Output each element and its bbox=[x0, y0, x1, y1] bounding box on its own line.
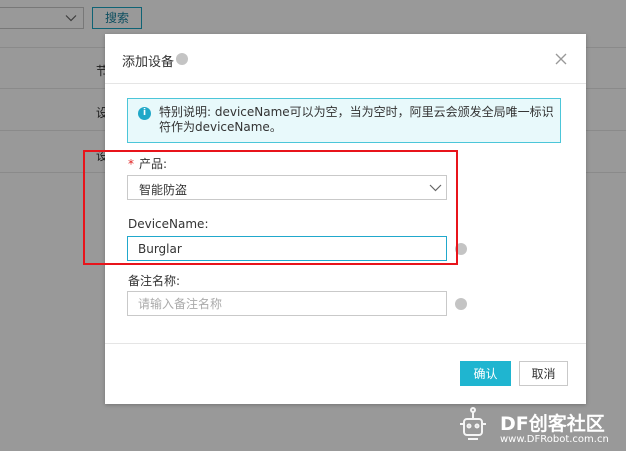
info-icon: i bbox=[138, 107, 151, 120]
dialog-footer-divider bbox=[105, 343, 586, 344]
notice-text: 特别说明: deviceName可以为空，当为空时，阿里云会颁发全局唯一标识符作… bbox=[159, 105, 554, 134]
product-label: * 产品: bbox=[128, 155, 167, 172]
cancel-button[interactable]: 取消 bbox=[519, 361, 568, 386]
product-label-text: 产品: bbox=[139, 157, 168, 171]
device-name-label: DeviceName: bbox=[128, 217, 209, 231]
watermark-name: DF创客社区 bbox=[500, 413, 605, 435]
dfrobot-logo-icon bbox=[460, 407, 486, 440]
device-name-input[interactable] bbox=[127, 236, 447, 261]
watermark: DF创客社区 www.DFRobot.com.cn bbox=[450, 405, 626, 451]
product-select-value: 智能防盗 bbox=[139, 183, 188, 197]
dialog-title: 添加设备 bbox=[122, 55, 175, 70]
remark-label: 备注名称: bbox=[128, 274, 181, 288]
notice-banner: i 特别说明: deviceName可以为空，当为空时，阿里云会颁发全局唯一标识… bbox=[127, 98, 561, 143]
help-icon[interactable] bbox=[455, 243, 467, 255]
chevron-down-icon bbox=[429, 184, 442, 192]
help-icon[interactable] bbox=[455, 298, 467, 310]
watermark-url: www.DFRobot.com.cn bbox=[500, 434, 609, 445]
confirm-button[interactable]: 确认 bbox=[460, 361, 511, 386]
close-icon[interactable] bbox=[554, 52, 568, 66]
add-device-dialog: 添加设备 i 特别说明: deviceName可以为空，当为空时，阿里云会颁发全… bbox=[105, 34, 586, 404]
help-icon[interactable] bbox=[176, 53, 188, 65]
required-mark: * bbox=[128, 157, 134, 171]
remark-input[interactable] bbox=[127, 291, 447, 316]
product-select[interactable]: 智能防盗 bbox=[127, 175, 447, 200]
dialog-header: 添加设备 bbox=[105, 34, 586, 84]
